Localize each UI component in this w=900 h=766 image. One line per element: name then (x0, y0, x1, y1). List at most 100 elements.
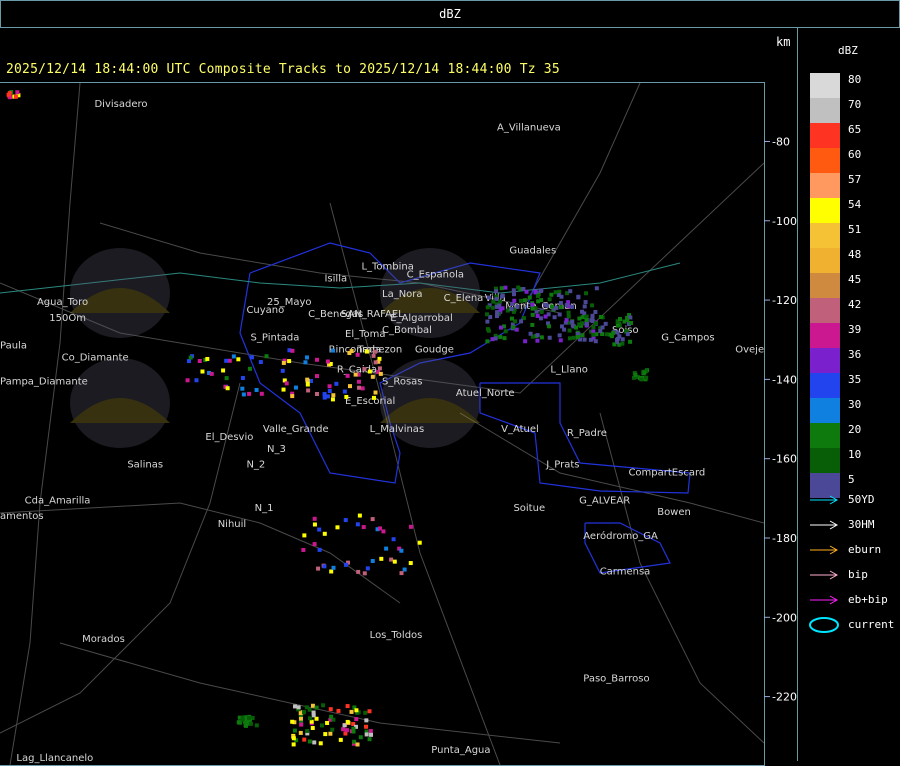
radar-map[interactable]: Divisadero A_Villanueva Guadales L_Tombina I… (0, 82, 765, 766)
echo-cell (485, 319, 490, 324)
echo-cell (381, 529, 386, 534)
echo-cell (500, 293, 505, 298)
legend-track-label: 50YD (848, 493, 875, 506)
echo-cell (557, 312, 562, 317)
place-label: Co_Diamante (62, 353, 129, 364)
map-canvas[interactable]: DivisaderoA_VillanuevaGuadalesL_TombinaI… (0, 83, 764, 765)
echo-cell (355, 742, 360, 747)
window-title-bar: dBZ (0, 0, 900, 28)
echo-cell (493, 336, 498, 341)
echo-cell (554, 305, 559, 310)
echo-cell (535, 294, 540, 299)
legend-swatch-label: 39 (848, 323, 862, 336)
legend-track-label: 30HM (848, 518, 875, 531)
track-arrow-icon (810, 520, 839, 530)
place-label: S_Rosas (382, 376, 423, 387)
echo-cell (486, 295, 491, 300)
dbz-legend: dBZ 80 70 65 60 57 54 51 48 45 42 39 36 35 30 20 10 5 50… (798, 28, 900, 761)
echo-cell (360, 386, 365, 391)
echo-cell (312, 740, 317, 745)
place-label: N_2 (246, 460, 265, 471)
echo-cell (6, 92, 11, 97)
echo-cell (567, 336, 572, 341)
echo-cell (519, 319, 524, 324)
echo-cell (364, 724, 369, 729)
echo-cell (249, 355, 254, 360)
echo-cell (247, 366, 252, 371)
echo-cell (336, 708, 341, 713)
echo-cell (352, 739, 357, 744)
echo-cell (486, 328, 491, 333)
echo-cell (331, 393, 336, 398)
place-label: CompartEscard (628, 468, 705, 479)
legend-swatch (810, 398, 840, 423)
current-ellipse-icon (809, 617, 839, 633)
place-label: El_Desvio (205, 432, 253, 443)
echo-cell (355, 352, 360, 357)
y-tick-label: -140 (772, 373, 797, 386)
echo-cell (304, 705, 309, 710)
echo-cell (511, 292, 516, 297)
echo-cell (264, 354, 269, 359)
echo-cell (364, 349, 369, 354)
place-label: Bowen (657, 507, 691, 518)
echo-cell (571, 335, 576, 340)
echo-cell (298, 730, 303, 735)
window-title: dBZ (439, 7, 461, 21)
echo-cell (584, 314, 589, 319)
echo-cell (236, 720, 241, 725)
echo-cell (379, 556, 384, 561)
echo-cell (511, 325, 516, 330)
echo-cell (566, 314, 571, 319)
echo-cell (503, 285, 508, 290)
echo-cell (568, 289, 573, 294)
y-tick-label: -100 (772, 215, 797, 228)
echo-cell (209, 371, 214, 376)
legend-swatch-label: 42 (848, 298, 862, 311)
echo-cell (535, 338, 540, 343)
legend-swatch-label: 57 (848, 173, 862, 186)
echo-cell (530, 322, 535, 327)
echo-cell (582, 337, 587, 342)
echo-cell (491, 299, 496, 304)
echo-cell (341, 727, 346, 732)
place-label: Agua_Toro (37, 297, 88, 308)
echo-cell (527, 295, 532, 300)
echo-cell (615, 323, 620, 328)
echo-cell (284, 381, 289, 386)
echo-cell (549, 304, 554, 309)
echo-cell (575, 334, 580, 339)
echo-cell (497, 303, 502, 308)
echo-cell (330, 397, 335, 402)
echo-cell (368, 729, 373, 734)
echo-cell (329, 714, 334, 719)
echo-cell (258, 360, 263, 365)
y-unit-label: km (776, 35, 791, 49)
echo-cell (365, 566, 370, 571)
echo-cell (539, 309, 544, 314)
echo-cell (356, 569, 361, 574)
echo-cell (185, 378, 190, 383)
echo-cell (530, 306, 535, 311)
echo-cell (583, 300, 588, 305)
echo-cell (200, 369, 205, 374)
echo-cell (293, 704, 298, 709)
echo-cell (620, 337, 625, 342)
echo-cell (317, 547, 322, 552)
echo-cell (384, 546, 389, 551)
place-label: Punta_Agua (431, 745, 490, 756)
echo-cell (334, 381, 339, 386)
echo-cell (316, 566, 321, 571)
echo-cell (236, 357, 241, 362)
echo-cell (528, 331, 533, 336)
echo-cell (639, 377, 644, 382)
map-title: 2025/12/14 18:44:00 UTC Composite Tracks… (6, 62, 560, 77)
legend-track-label: eburn (848, 543, 882, 556)
echo-cell (608, 332, 613, 337)
echo-cell (329, 569, 334, 574)
legend-swatch-label: 30 (848, 398, 862, 411)
echo-cell (566, 310, 571, 315)
place-label: C_Española (407, 269, 464, 280)
echo-cell (221, 368, 226, 373)
place-label: C_Elena (444, 293, 484, 304)
